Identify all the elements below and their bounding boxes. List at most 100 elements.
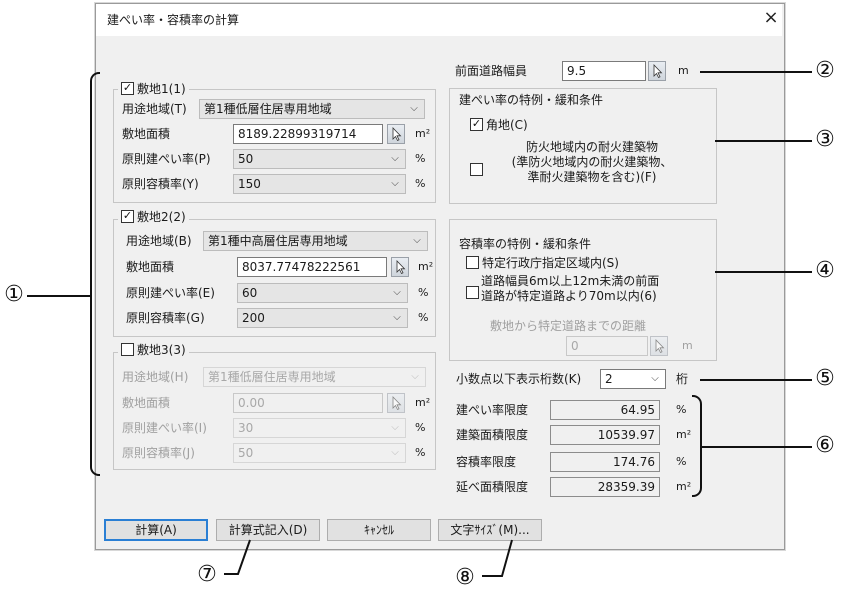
chevron-down-icon: ⌵ — [651, 373, 659, 384]
callout-8: ⑧ — [455, 565, 475, 590]
site3-far-label: 原則容積率(J) — [122, 446, 195, 460]
site1-bcr-select[interactable]: 50 ⌵ — [233, 149, 406, 169]
site3-area-input[interactable]: 0.00 — [233, 393, 383, 413]
site2-use-district-select[interactable]: 第1種中高層住居専用地域 ⌵ — [203, 231, 428, 251]
site2-area-input[interactable]: 8037.77478222561 — [237, 257, 387, 277]
callout-bracket-6 — [692, 395, 702, 497]
site2-far-select[interactable]: 200 ⌵ — [237, 308, 408, 328]
decimals-label: 小数点以下表示桁数(K) — [456, 372, 582, 386]
callout-7: ⑦ — [197, 562, 217, 587]
chevron-down-icon: ⌵ — [391, 153, 399, 164]
site2-legend-label: 敷地2(2) — [137, 210, 186, 224]
site1-legend-label: 敷地1(1) — [137, 82, 186, 96]
site1-far-value: 150 — [238, 177, 261, 191]
site2-bcr-select[interactable]: 60 ⌵ — [237, 283, 408, 303]
distance-pick-icon[interactable] — [650, 336, 668, 356]
site3-legend-label: 敷地3(3) — [137, 343, 186, 357]
site3-legend[interactable]: 敷地3(3) — [118, 342, 189, 358]
road-width-input[interactable]: 9.5 — [562, 61, 646, 81]
site1-bcr-label: 原則建ぺい率(P) — [122, 152, 211, 166]
designated-area-checkbox[interactable] — [466, 256, 479, 269]
building-area-value: 10539.97 — [550, 425, 660, 445]
decimals-select[interactable]: 2 ⌵ — [600, 369, 666, 389]
site2-area-unit: m² — [418, 260, 434, 273]
bcr-special-title: 建ぺい率の特例・緩和条件 — [456, 92, 607, 108]
special-road-checkbox-box — [466, 286, 479, 299]
site3-bcr-percent: % — [415, 421, 426, 434]
special-road-label[interactable]: 道路幅員6m以上12m未満の前面 道路が特定道路より70m以内(6) — [481, 274, 659, 304]
fireproof-line-2: (準防火地域内の耐火建築物、 — [511, 155, 673, 169]
callout-line-5 — [700, 379, 812, 381]
site1-checkbox[interactable] — [121, 82, 134, 95]
distance-input[interactable]: 0 — [566, 336, 648, 356]
floor-area-value: 28359.39 — [550, 477, 660, 497]
corner-lot-option[interactable]: 角地(C) — [470, 115, 528, 135]
site2-area-pick-icon[interactable] — [391, 257, 409, 277]
road-width-pick-icon[interactable] — [648, 61, 666, 81]
road-width-label: 前面道路幅員 — [455, 64, 528, 78]
fireproof-label[interactable]: 防火地域内の耐火建築物 (準防火地域内の耐火建築物、 準耐火建築物を含む)(F) — [482, 140, 702, 185]
callout-1: ① — [4, 282, 24, 307]
corner-lot-checkbox[interactable] — [470, 118, 483, 131]
site2-use-district-label: 用途地域(B) — [126, 234, 192, 248]
callout-line-6 — [702, 446, 812, 448]
site3-use-district-value: 第1種低層住居専用地域 — [208, 370, 336, 384]
special-road-line-2: 道路が特定道路より70m以内(6) — [481, 289, 657, 303]
site1-area-input[interactable]: 8189.22899319714 — [233, 124, 383, 144]
decimals-unit: 桁 — [676, 372, 689, 386]
dialog-title: 建ぺい率・容積率の計算 — [107, 13, 240, 27]
callout-4: ④ — [815, 258, 835, 283]
callout-line-4 — [715, 271, 812, 273]
site1-area-label: 敷地面積 — [122, 127, 171, 141]
floor-area-label: 延べ面積限度 — [456, 480, 529, 494]
site3-area-unit: m² — [415, 396, 431, 409]
far-limit-value: 174.76 — [550, 452, 660, 472]
distance-label: 敷地から特定道路までの距離 — [490, 319, 647, 333]
site2-legend[interactable]: 敷地2(2) — [118, 209, 189, 225]
site2-bcr-percent: % — [418, 286, 429, 299]
callout-line-8 — [482, 539, 513, 577]
bcr-limit-label: 建ぺい率限度 — [456, 403, 529, 417]
building-area-label: 建築面積限度 — [456, 428, 529, 442]
cancel-button[interactable]: ｷｬﾝｾﾙ — [327, 519, 431, 541]
site3-far-select[interactable]: 50 ⌵ — [233, 443, 406, 463]
site2-far-percent: % — [418, 311, 429, 324]
site3-bcr-select[interactable]: 30 ⌵ — [233, 418, 406, 438]
site1-legend[interactable]: 敷地1(1) — [118, 81, 189, 97]
chevron-down-icon: ⌵ — [410, 103, 418, 114]
road-width-unit: m — [678, 64, 689, 77]
callout-line-7 — [224, 539, 251, 575]
special-road-checkbox[interactable] — [466, 286, 482, 300]
site2-checkbox[interactable] — [121, 210, 134, 223]
site1-far-select[interactable]: 150 ⌵ — [233, 174, 406, 194]
site3-use-district-label: 用途地域(H) — [122, 370, 189, 384]
site3-use-district-select[interactable]: 第1種低層住居専用地域 ⌵ — [203, 367, 426, 387]
callout-6: ⑥ — [815, 433, 835, 458]
far-special-title: 容積率の特例・緩和条件 — [456, 236, 595, 252]
calculate-button[interactable]: 計算(A) — [104, 519, 208, 541]
site3-checkbox[interactable] — [121, 343, 134, 356]
distance-unit: m — [682, 339, 693, 352]
site2-far-value: 200 — [242, 311, 265, 325]
site3-area-pick-icon[interactable] — [387, 393, 405, 413]
callout-2: ② — [815, 58, 835, 83]
building-area-unit: m² — [676, 428, 692, 441]
bcr-limit-value: 64.95 — [550, 400, 660, 420]
site3-far-percent: % — [415, 446, 426, 459]
decimals-value: 2 — [605, 372, 613, 386]
site1-area-pick-icon[interactable] — [387, 124, 405, 144]
close-icon[interactable]: × — [760, 6, 782, 30]
designated-area-label: 特定行政庁指定区域内(S) — [482, 256, 619, 270]
site1-far-percent: % — [415, 177, 426, 190]
callout-line-1 — [27, 295, 90, 297]
site3-bcr-value: 30 — [238, 421, 254, 435]
callout-line-2 — [700, 71, 812, 73]
floor-area-unit: m² — [676, 480, 692, 493]
site1-use-district-select[interactable]: 第1種低層住居専用地域 ⌵ — [199, 99, 425, 119]
site2-far-label: 原則容積率(G) — [126, 311, 205, 325]
fireproof-line-1: 防火地域内の耐火建築物 — [525, 140, 658, 154]
callout-5: ⑤ — [815, 366, 835, 391]
designated-area-option[interactable]: 特定行政庁指定区域内(S) — [466, 253, 619, 273]
chevron-down-icon: ⌵ — [413, 235, 421, 246]
site1-use-district-value: 第1種低層住居専用地域 — [204, 102, 332, 116]
